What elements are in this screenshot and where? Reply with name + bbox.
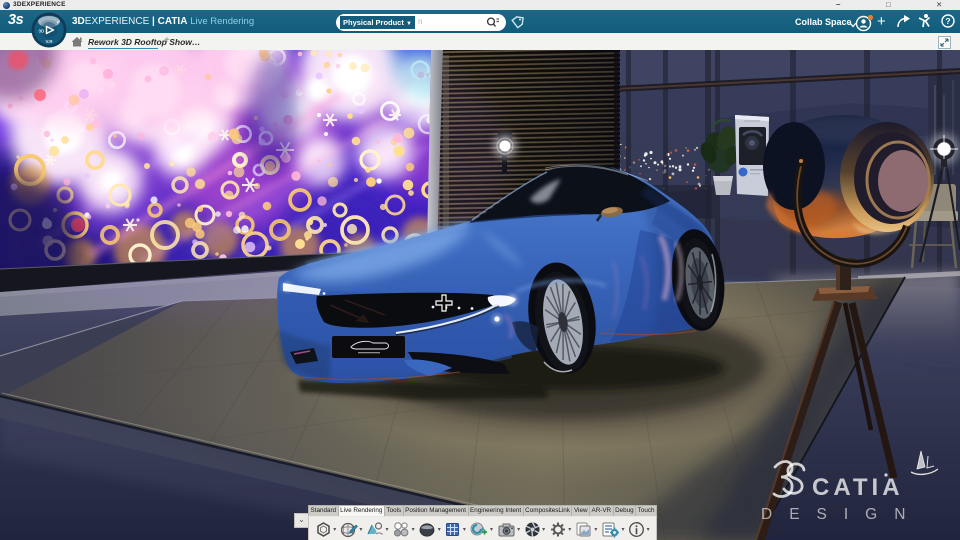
svg-text:DESIGN: DESIGN: [761, 506, 922, 523]
svg-text:CATIA: CATIA: [812, 474, 904, 501]
svg-text:3D: 3D: [39, 29, 46, 34]
svg-text:V.R: V.R: [45, 39, 53, 44]
svg-text:?: ?: [945, 16, 950, 26]
